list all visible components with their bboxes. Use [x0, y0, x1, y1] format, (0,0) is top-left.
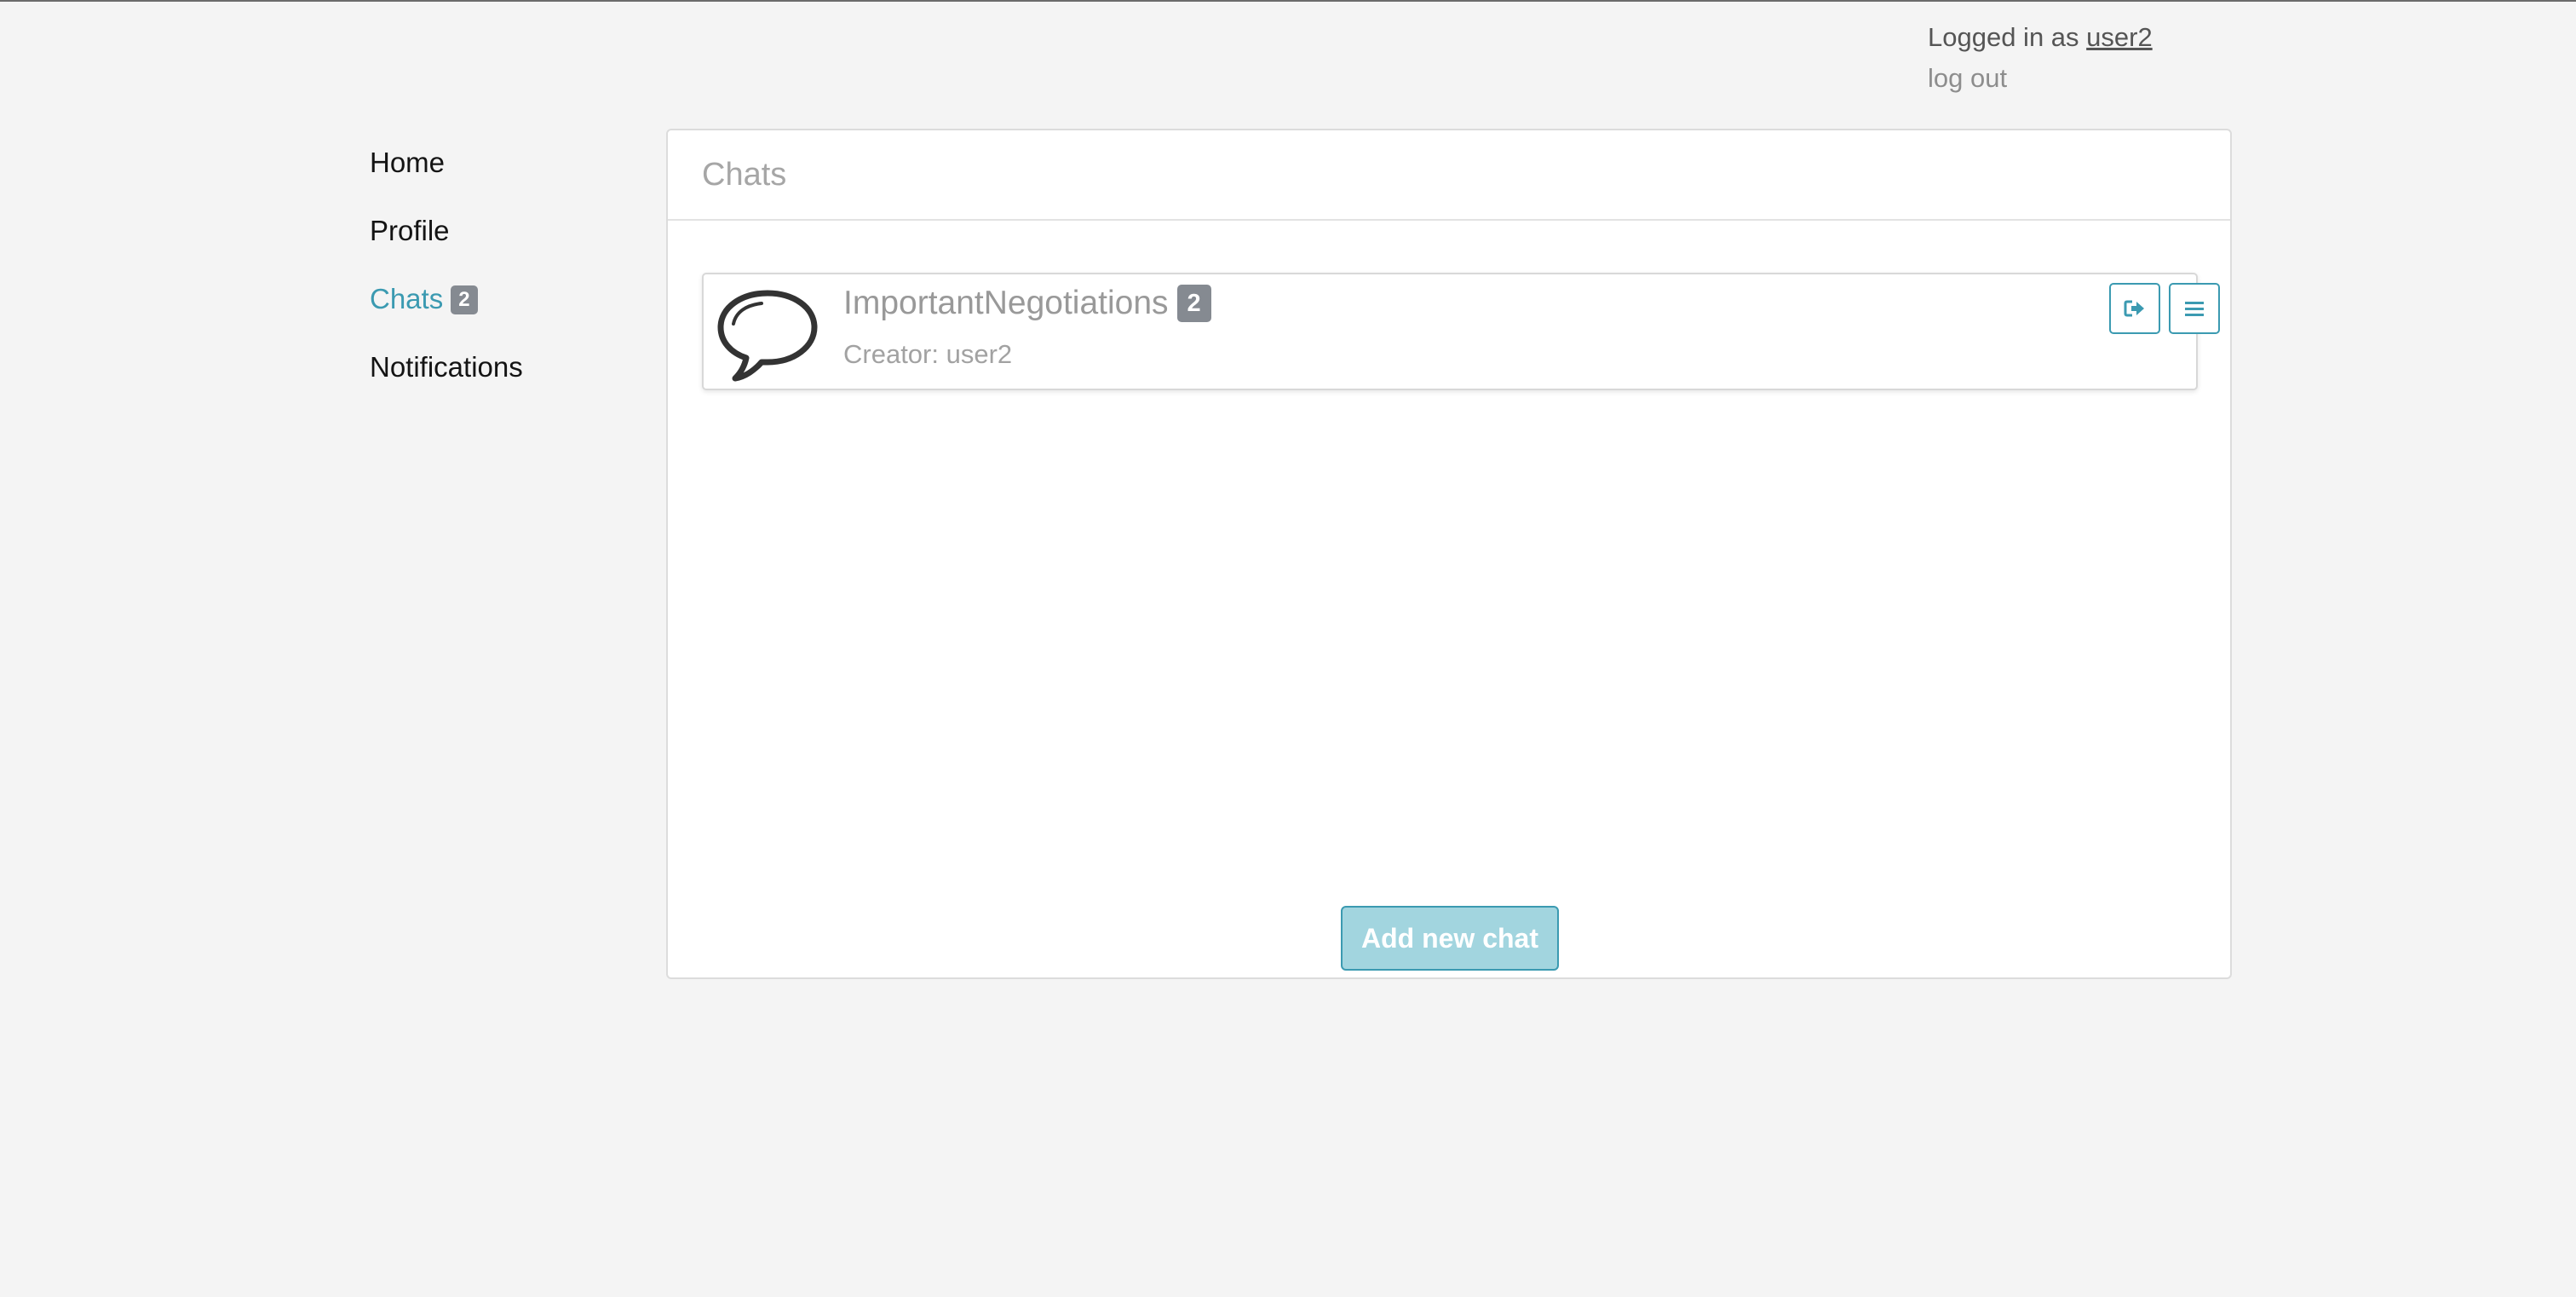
nav-item-profile[interactable]: Profile — [370, 210, 523, 278]
chat-card[interactable]: ImportantNegotiations 2 Creator: user2 — [702, 273, 2220, 390]
chat-title-row: ImportantNegotiations 2 — [843, 281, 1211, 326]
speech-bubble-icon — [717, 290, 818, 382]
chat-name[interactable]: ImportantNegotiations — [843, 281, 1169, 326]
sidebar-nav: Home Profile Chats 2 Notifications — [370, 141, 523, 414]
nav-item-home[interactable]: Home — [370, 141, 523, 210]
sign-out-icon — [2124, 300, 2144, 317]
logout-link[interactable]: log out — [1928, 58, 2153, 99]
add-new-chat-button[interactable]: Add new chat — [1341, 906, 1559, 971]
nav-item-notifications[interactable]: Notifications — [370, 346, 523, 414]
login-info: Logged in as user2 log out — [1928, 17, 2153, 99]
panel-header: Chats — [668, 130, 2230, 221]
leave-chat-button[interactable] — [2109, 283, 2160, 334]
nav-item-chats[interactable]: Chats 2 — [370, 278, 523, 346]
panel-title: Chats — [702, 156, 787, 193]
nav-item-label: Chats — [370, 283, 444, 314]
chat-unread-badge: 2 — [1176, 285, 1211, 322]
chat-menu-button[interactable] — [2169, 283, 2220, 334]
username-link[interactable]: user2 — [2086, 22, 2153, 52]
chat-creator: Creator: user2 — [843, 339, 1013, 369]
logged-in-line: Logged in as user2 — [1928, 17, 2153, 58]
chats-count-badge: 2 — [451, 285, 478, 314]
nav-item-label: Home — [370, 147, 446, 178]
chats-panel: Chats ImportantNegotiations 2 Creator: u… — [666, 129, 2232, 979]
menu-icon — [2185, 302, 2204, 316]
nav-item-label: Profile — [370, 215, 450, 246]
logged-in-label: Logged in as — [1928, 22, 2087, 52]
nav-item-label: Notifications — [370, 351, 523, 383]
